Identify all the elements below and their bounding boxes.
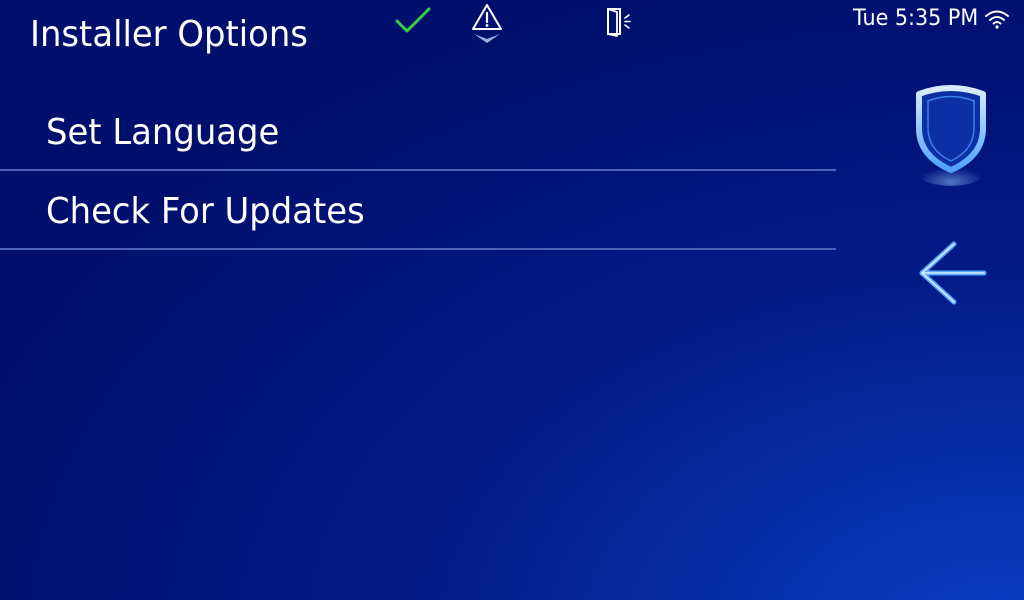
menu-item-set-language[interactable]: Set Language bbox=[0, 92, 836, 171]
wifi-icon bbox=[984, 8, 1010, 30]
menu-item-check-for-updates[interactable]: Check For Updates bbox=[0, 171, 836, 250]
alarm-warning-icon[interactable] bbox=[468, 2, 506, 46]
door-sensor-icon bbox=[604, 6, 636, 38]
clock: Tue 5:35 PM bbox=[852, 6, 978, 31]
shield-icon bbox=[916, 85, 986, 186]
page-title: Installer Options bbox=[30, 14, 308, 55]
menu-item-label: Check For Updates bbox=[46, 191, 365, 232]
back-arrow-icon bbox=[919, 241, 987, 305]
menu-item-label: Set Language bbox=[46, 112, 280, 153]
back-button[interactable] bbox=[908, 236, 994, 310]
security-shield-button[interactable] bbox=[906, 80, 996, 190]
installer-options-menu: Set Language Check For Updates bbox=[0, 92, 836, 250]
check-icon bbox=[394, 6, 432, 36]
